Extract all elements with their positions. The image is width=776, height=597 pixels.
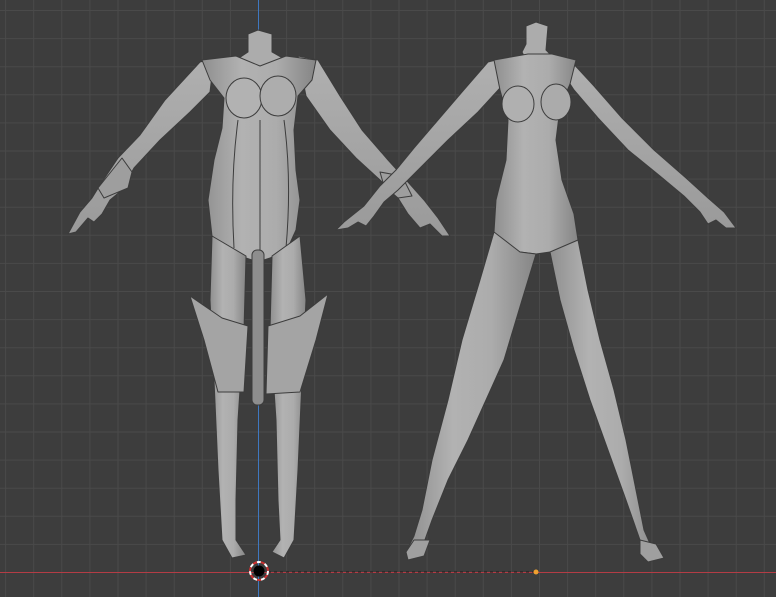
clothed-left-leg[interactable]: [209, 235, 247, 559]
nude-chest-left: [501, 85, 535, 123]
object-origin-icon[interactable]: [533, 569, 539, 575]
nude-right-leg[interactable]: [549, 239, 661, 561]
clothed-pole: [251, 249, 265, 406]
viewport-canvas[interactable]: [0, 0, 776, 597]
nude-left-foot: [405, 539, 431, 561]
clothed-right-leg[interactable]: [269, 235, 307, 559]
viewport-grid: [0, 0, 776, 597]
nude-torso[interactable]: [493, 53, 579, 255]
nude-chest-right: [540, 83, 572, 121]
clothed-chest-right: [259, 75, 297, 117]
clothed-chest-left: [225, 77, 263, 119]
3d-viewport[interactable]: [0, 0, 776, 597]
